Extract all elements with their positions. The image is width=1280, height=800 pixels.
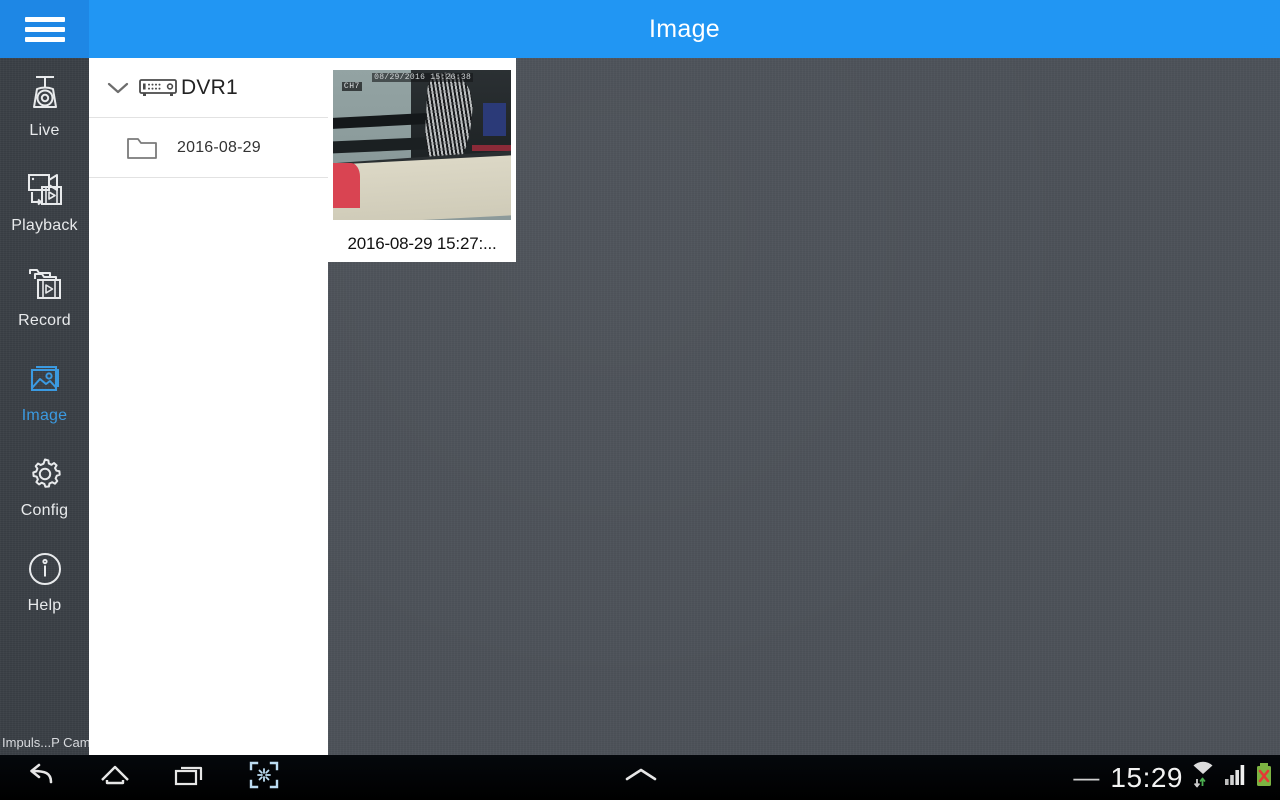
snapshot-scene: CH7 08/29/2016 15:26:38 xyxy=(333,70,511,220)
snapshot-timestamp-overlay: 08/29/2016 15:26:38 xyxy=(372,73,474,82)
info-circle-icon xyxy=(24,546,66,592)
sidebar-item-label: Image xyxy=(21,407,68,424)
gallery-item-caption: 2016-08-29 15:27:... xyxy=(347,234,497,253)
wifi-signal-icon xyxy=(1190,761,1216,794)
gallery-item[interactable]: CH7 08/29/2016 15:26:38 2016-08-29 15:27… xyxy=(328,58,516,262)
title-bar: Image xyxy=(0,0,1280,58)
folder-name: 2016-08-29 xyxy=(177,138,261,156)
page-title: Image xyxy=(649,15,720,43)
app-name-label: Impuls...P Cam xyxy=(2,734,89,750)
photo-image-icon xyxy=(23,356,67,402)
chevron-up-icon xyxy=(621,763,661,792)
sidebar-item-live[interactable]: Live xyxy=(0,58,89,153)
sidebar-item-config[interactable]: Config xyxy=(0,438,89,533)
sidebar-item-label: Record xyxy=(18,312,71,329)
record-folder-icon xyxy=(23,261,67,307)
shrink-screen-button[interactable] xyxy=(226,755,301,800)
sidebar: Live Playback Record Image Config Help I… xyxy=(0,58,89,755)
back-arrow-icon xyxy=(24,761,58,794)
cellular-signal-icon xyxy=(1223,761,1247,794)
device-name: DVR1 xyxy=(181,75,238,99)
home-icon xyxy=(98,761,132,794)
snapshot-thumbnail[interactable]: CH7 08/29/2016 15:26:38 xyxy=(333,70,511,220)
dvr-device-icon xyxy=(135,77,181,99)
status-dash: — xyxy=(1073,762,1100,792)
device-tree-panel: DVR1 2016-08-29 xyxy=(89,58,328,755)
sidebar-item-label: Config xyxy=(20,502,69,519)
sidebar-item-record[interactable]: Record xyxy=(0,248,89,343)
recent-apps-icon xyxy=(172,761,206,794)
expand-up-button[interactable] xyxy=(603,755,678,800)
recent-apps-button[interactable] xyxy=(151,755,226,800)
sidebar-item-help[interactable]: Help xyxy=(0,533,89,628)
sidebar-item-image[interactable]: Image xyxy=(0,343,89,438)
gear-icon xyxy=(24,451,66,497)
sidebar-item-label: Help xyxy=(27,597,62,614)
battery-error-icon xyxy=(1254,761,1274,794)
hamburger-menu-button[interactable] xyxy=(0,0,89,58)
sidebar-item-label: Live xyxy=(29,122,60,139)
home-button[interactable] xyxy=(77,755,152,800)
video-playback-icon xyxy=(23,166,67,212)
image-gallery: CH7 08/29/2016 15:26:38 2016-08-29 15:27… xyxy=(328,58,1280,755)
shrink-screen-icon xyxy=(248,760,280,795)
dome-camera-icon xyxy=(25,71,65,117)
sidebar-item-playback[interactable]: Playback xyxy=(0,153,89,248)
snapshot-channel-overlay: CH7 xyxy=(341,82,362,91)
android-navigation-bar: — 15:29 xyxy=(0,755,1280,800)
tree-folder-row[interactable]: 2016-08-29 xyxy=(89,118,328,178)
tree-device-row[interactable]: DVR1 xyxy=(89,58,328,118)
sidebar-item-label: Playback xyxy=(11,217,78,234)
status-area[interactable]: — 15:29 xyxy=(1073,755,1274,800)
app-root: Image Live Playback Record Image Config … xyxy=(0,0,1280,800)
hamburger-menu-icon xyxy=(24,12,65,47)
back-button[interactable] xyxy=(3,755,78,800)
status-clock: 15:29 xyxy=(1110,761,1183,793)
chevron-down-icon[interactable] xyxy=(101,80,135,96)
folder-icon xyxy=(119,133,167,163)
